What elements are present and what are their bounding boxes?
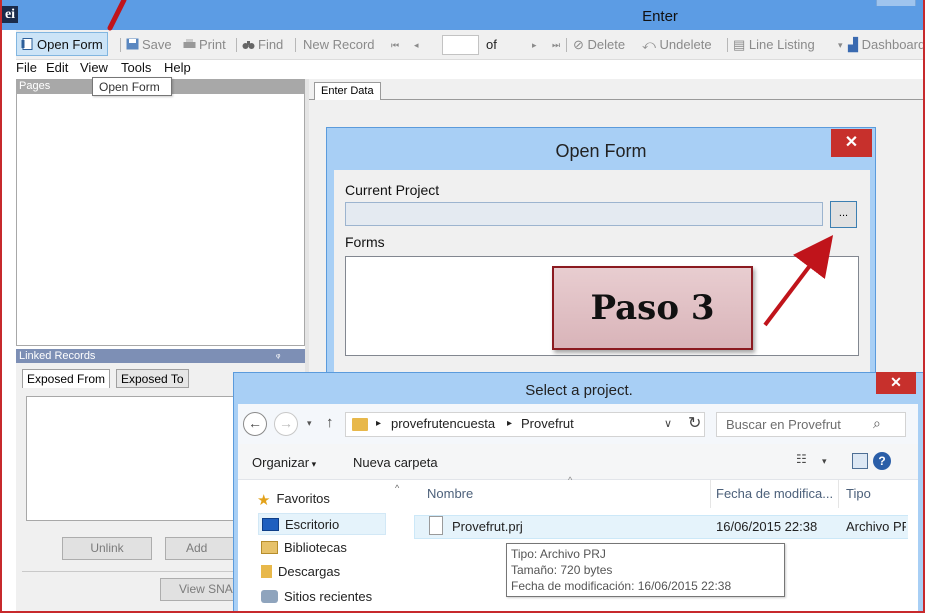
window-frame [0,0,925,613]
